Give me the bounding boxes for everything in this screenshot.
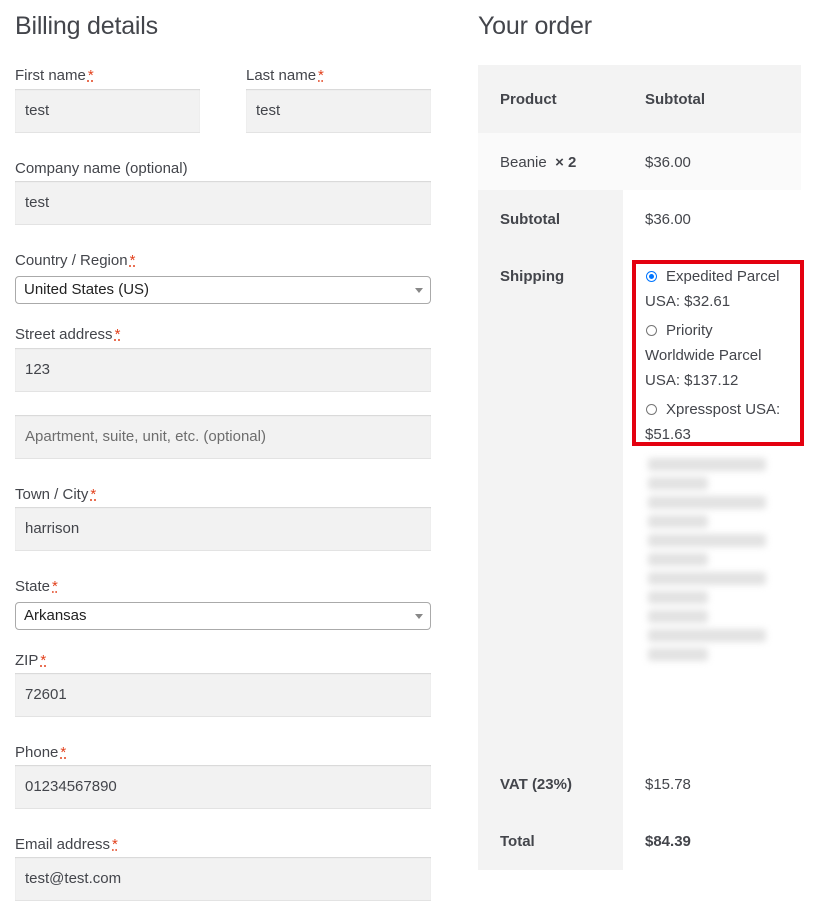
city-input[interactable] xyxy=(15,507,431,551)
last-name-input[interactable] xyxy=(246,89,431,133)
shipping-option-label: Xpresspost USA: $51.63 xyxy=(645,401,781,443)
shipping-option-label: Priority Worldwide Parcel USA: $137.12 xyxy=(645,322,762,389)
chevron-down-icon xyxy=(415,288,423,293)
required-mark: * xyxy=(60,744,67,761)
country-select-value: United States (US) xyxy=(24,281,150,298)
required-mark: * xyxy=(90,486,97,503)
state-label: State * xyxy=(15,578,58,595)
radio-icon[interactable] xyxy=(646,404,657,415)
vat-value: $15.78 xyxy=(645,776,691,793)
country-select[interactable]: United States (US) xyxy=(15,276,431,304)
company-name-label: Company name (optional) xyxy=(15,160,188,177)
radio-icon[interactable] xyxy=(646,325,657,336)
state-select[interactable]: Arkansas xyxy=(15,602,431,630)
last-name-label: Last name * xyxy=(246,67,324,84)
state-select-value: Arkansas xyxy=(24,607,87,624)
required-mark: * xyxy=(52,578,58,595)
required-mark: * xyxy=(112,836,118,853)
shipping-option-label: Expedited Parcel USA: $32.61 xyxy=(645,268,780,310)
blurred-shipping-options xyxy=(640,452,780,744)
billing-heading: Billing details xyxy=(15,12,158,40)
required-mark: * xyxy=(129,252,136,269)
shipping-option-expedited[interactable]: Expedited Parcel USA: $32.61 xyxy=(645,264,785,314)
item-total: $36.00 xyxy=(645,154,691,171)
shipping-option-priority[interactable]: Priority Worldwide Parcel USA: $137.12 xyxy=(645,318,785,393)
first-name-label: First name * xyxy=(15,67,94,84)
subtotal-value: $36.00 xyxy=(645,211,691,228)
shipping-option-xpresspost[interactable]: Xpresspost USA: $51.63 xyxy=(645,397,785,447)
required-mark: * xyxy=(40,652,47,669)
chevron-down-icon xyxy=(415,614,423,619)
shipping-label: Shipping xyxy=(500,268,565,285)
phone-label: Phone * xyxy=(15,744,67,761)
required-mark: * xyxy=(114,326,121,343)
phone-input[interactable] xyxy=(15,765,431,809)
required-mark: * xyxy=(87,67,94,84)
item-name: Beanie × 2 xyxy=(500,154,577,171)
apartment-input[interactable] xyxy=(15,415,431,459)
subtotal-label: Subtotal xyxy=(500,211,560,228)
country-label: Country / Region * xyxy=(15,252,136,269)
table-footer-label-column xyxy=(478,190,623,870)
required-mark: * xyxy=(318,67,324,84)
total-label: Total xyxy=(500,833,535,850)
street-address-label: Street address * xyxy=(15,326,121,343)
radio-selected-icon[interactable] xyxy=(646,271,657,282)
company-name-input[interactable] xyxy=(15,181,431,225)
order-heading: Your order xyxy=(478,12,592,40)
total-value: $84.39 xyxy=(645,833,691,850)
email-input[interactable] xyxy=(15,857,431,901)
zip-input[interactable] xyxy=(15,673,431,717)
email-label: Email address * xyxy=(15,836,118,853)
col-product-header: Product xyxy=(500,91,557,108)
item-quantity: × 2 xyxy=(555,154,577,171)
col-subtotal-header: Subtotal xyxy=(645,91,705,108)
vat-label: VAT (23%) xyxy=(500,776,572,793)
street-address-input[interactable] xyxy=(15,348,431,392)
city-label: Town / City * xyxy=(15,486,97,503)
zip-label: ZIP * xyxy=(15,652,47,669)
first-name-input[interactable] xyxy=(15,89,200,133)
